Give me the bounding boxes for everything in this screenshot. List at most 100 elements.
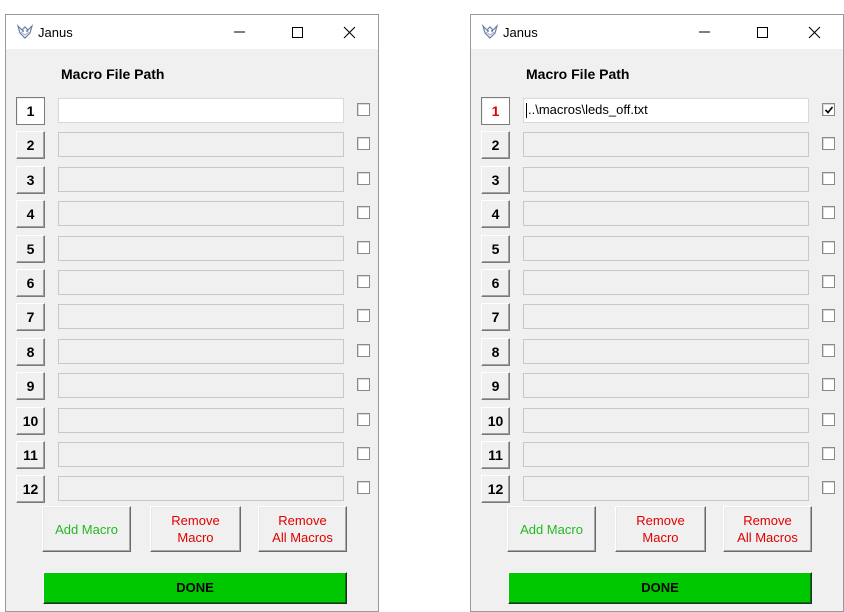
macro-enable-checkbox[interactable] — [822, 275, 835, 288]
macro-number-button[interactable]: 6 — [16, 269, 45, 297]
macro-number-button[interactable]: 3 — [16, 166, 45, 194]
macro-enable-checkbox[interactable] — [822, 447, 835, 460]
macro-enable-checkbox[interactable] — [357, 275, 370, 288]
macro-number-button[interactable]: 9 — [481, 372, 510, 400]
macro-enable-checkbox[interactable] — [357, 344, 370, 357]
macro-number-button[interactable]: 1 — [16, 97, 45, 125]
macro-enable-checkbox[interactable] — [357, 447, 370, 460]
macro-enable-checkbox[interactable] — [357, 413, 370, 426]
macro-number-button[interactable]: 11 — [481, 441, 510, 469]
maximize-button[interactable] — [739, 15, 785, 49]
macro-path-field[interactable] — [58, 442, 344, 467]
macro-path-field[interactable] — [58, 373, 344, 398]
macro-enable-checkbox[interactable] — [357, 206, 370, 219]
macro-row: 5 — [16, 235, 370, 263]
macro-number-button[interactable]: 10 — [16, 407, 45, 435]
macro-path-field[interactable] — [58, 476, 344, 501]
macro-path-field[interactable] — [523, 167, 809, 192]
macro-path-field[interactable] — [523, 132, 809, 157]
close-icon — [808, 26, 821, 39]
macro-enable-checkbox[interactable] — [822, 172, 835, 185]
macro-enable-checkbox[interactable] — [822, 309, 835, 322]
macro-enable-checkbox[interactable] — [357, 378, 370, 391]
macro-row: 1 ..\macros\leds_off.txt — [481, 97, 835, 125]
macro-path-field[interactable] — [523, 270, 809, 295]
macro-path-field[interactable] — [58, 270, 344, 295]
macro-number-button[interactable]: 7 — [16, 303, 45, 331]
macro-row: 12 — [481, 475, 835, 503]
title-bar[interactable]: Janus — [6, 15, 378, 49]
macro-path-field[interactable] — [523, 201, 809, 226]
macro-path-field[interactable] — [58, 167, 344, 192]
macro-path-field[interactable] — [58, 132, 344, 157]
title-bar[interactable]: Janus — [471, 15, 843, 49]
minimize-icon — [699, 31, 710, 33]
janus-window-left: Janus Macro File Path 1 2 3 4 5 6 7 8 9 10 11 12 Add M… — [5, 14, 379, 612]
macro-enable-checkbox[interactable] — [822, 481, 835, 494]
add-macro-button[interactable]: Add Macro — [42, 506, 131, 552]
macro-enable-checkbox[interactable] — [357, 172, 370, 185]
macro-enable-checkbox[interactable] — [822, 241, 835, 254]
macro-enable-checkbox[interactable] — [357, 241, 370, 254]
done-button[interactable]: DONE — [508, 572, 812, 604]
macro-number-button[interactable]: 1 — [481, 97, 510, 125]
macro-number-button[interactable]: 2 — [16, 131, 45, 159]
janus-app-icon — [481, 23, 499, 40]
close-button[interactable] — [326, 15, 372, 49]
macro-path-field[interactable] — [58, 408, 344, 433]
macro-enable-checkbox[interactable] — [822, 413, 835, 426]
macro-enable-checkbox[interactable] — [357, 137, 370, 150]
macro-row: 7 — [16, 303, 370, 331]
macro-path-field[interactable] — [58, 236, 344, 261]
macro-path-field[interactable] — [58, 98, 344, 123]
macro-path-field[interactable] — [523, 236, 809, 261]
macro-enable-checkbox[interactable] — [822, 206, 835, 219]
maximize-button[interactable] — [274, 15, 320, 49]
macro-row: 4 — [16, 200, 370, 228]
macro-path-field[interactable]: ..\macros\leds_off.txt — [523, 98, 809, 123]
macro-number-button[interactable]: 8 — [16, 338, 45, 366]
macro-path-field[interactable] — [523, 373, 809, 398]
macro-enable-checkbox[interactable] — [357, 481, 370, 494]
macro-enable-checkbox[interactable] — [822, 378, 835, 391]
macro-enable-checkbox[interactable] — [357, 103, 370, 116]
macro-number-button[interactable]: 10 — [481, 407, 510, 435]
minimize-button[interactable] — [681, 15, 727, 49]
remove-all-macros-button[interactable]: Remove All Macros — [723, 506, 812, 552]
macro-number-button[interactable]: 5 — [16, 235, 45, 263]
macro-enable-checkbox[interactable] — [357, 309, 370, 322]
remove-all-macros-button[interactable]: Remove All Macros — [258, 506, 347, 552]
macro-number-button[interactable]: 4 — [16, 200, 45, 228]
text-caret — [526, 103, 527, 119]
macro-path-field[interactable] — [523, 408, 809, 433]
macro-row: 3 — [16, 166, 370, 194]
macro-number-button[interactable]: 2 — [481, 131, 510, 159]
add-macro-button[interactable]: Add Macro — [507, 506, 596, 552]
macro-number-button[interactable]: 8 — [481, 338, 510, 366]
macro-path-field[interactable] — [523, 442, 809, 467]
macro-number-button[interactable]: 12 — [481, 475, 510, 503]
macro-enable-checkbox[interactable] — [822, 103, 835, 116]
macro-path-field[interactable] — [523, 304, 809, 329]
macro-row: 9 — [481, 372, 835, 400]
macro-enable-checkbox[interactable] — [822, 344, 835, 357]
macro-path-field[interactable] — [58, 304, 344, 329]
done-button[interactable]: DONE — [43, 572, 347, 604]
minimize-button[interactable] — [216, 15, 262, 49]
macro-path-field[interactable] — [58, 201, 344, 226]
macro-enable-checkbox[interactable] — [822, 137, 835, 150]
macro-path-field[interactable] — [523, 476, 809, 501]
macro-number-button[interactable]: 9 — [16, 372, 45, 400]
macro-number-button[interactable]: 6 — [481, 269, 510, 297]
macro-path-field[interactable] — [58, 339, 344, 364]
macro-number-button[interactable]: 7 — [481, 303, 510, 331]
macro-number-button[interactable]: 11 — [16, 441, 45, 469]
macro-number-button[interactable]: 3 — [481, 166, 510, 194]
close-button[interactable] — [791, 15, 837, 49]
macro-number-button[interactable]: 12 — [16, 475, 45, 503]
macro-path-field[interactable] — [523, 339, 809, 364]
remove-macro-button[interactable]: Remove Macro — [150, 506, 241, 552]
macro-number-button[interactable]: 4 — [481, 200, 510, 228]
macro-number-button[interactable]: 5 — [481, 235, 510, 263]
remove-macro-button[interactable]: Remove Macro — [615, 506, 706, 552]
